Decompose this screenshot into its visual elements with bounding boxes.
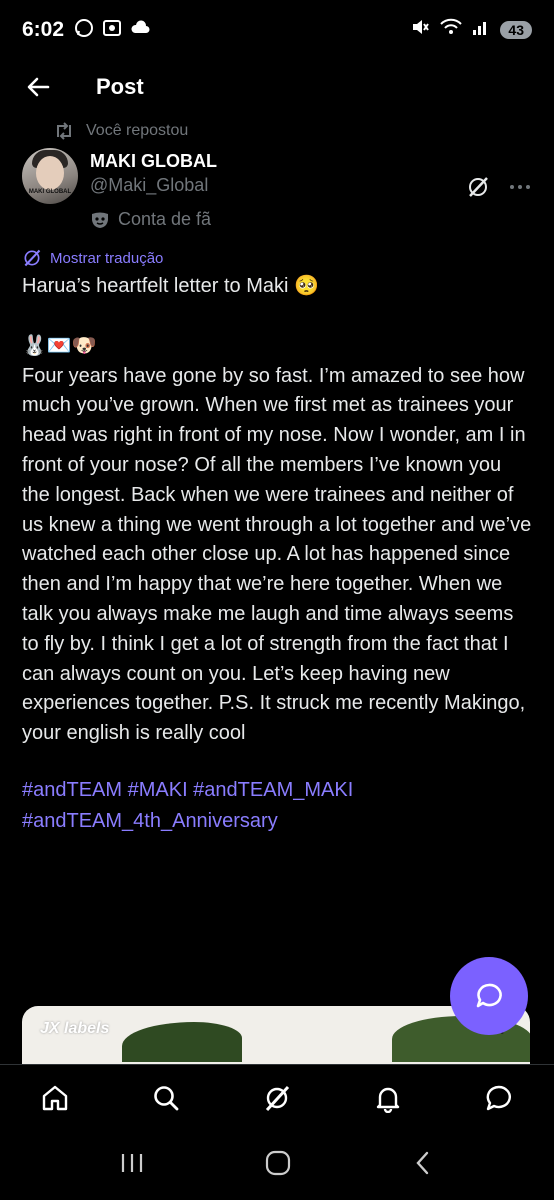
messages-icon bbox=[486, 1085, 511, 1111]
app-bar: Post bbox=[0, 60, 554, 114]
search-icon bbox=[154, 1086, 179, 1111]
nav-search[interactable] bbox=[144, 1076, 188, 1120]
mute-icon bbox=[410, 17, 430, 43]
show-translation-link[interactable]: Mostrar tradução bbox=[22, 248, 532, 268]
chevron-left-icon bbox=[416, 1151, 428, 1175]
wifi-icon bbox=[440, 17, 463, 43]
nav-notifications[interactable] bbox=[366, 1076, 410, 1120]
grok-button[interactable] bbox=[466, 175, 490, 204]
compose-icon bbox=[476, 983, 502, 1008]
repost-icon bbox=[57, 122, 71, 140]
post-detail: Você repostou MAKI GLOBAL MAKI GLOBAL @M… bbox=[22, 118, 532, 837]
author-name[interactable]: MAKI GLOBAL bbox=[90, 149, 466, 173]
more-options-button[interactable] bbox=[508, 175, 532, 204]
post-media[interactable]: JX labels 絆 bbox=[22, 1006, 530, 1066]
system-back-button[interactable] bbox=[411, 1150, 435, 1181]
grok-icon bbox=[469, 176, 488, 197]
fan-mask-icon bbox=[92, 212, 108, 228]
post-body-text: Four years have gone by so fast. I’m ama… bbox=[22, 364, 537, 745]
home-icon bbox=[43, 1085, 68, 1111]
nav-home[interactable] bbox=[33, 1076, 77, 1120]
home-circle-icon bbox=[265, 1150, 291, 1176]
battery-indicator: 43 bbox=[500, 21, 532, 39]
author-handle[interactable]: @Maki_Global bbox=[90, 173, 466, 197]
system-nav-bar bbox=[0, 1131, 554, 1200]
media-brand-logo: JX labels bbox=[40, 1020, 110, 1037]
home-system-button[interactable] bbox=[264, 1149, 292, 1182]
fan-label-text: Conta de fã bbox=[118, 209, 212, 229]
post-first-line: Harua’s heartfelt letter to Maki 🥺 bbox=[22, 275, 319, 297]
status-time: 6:02 bbox=[22, 18, 65, 41]
status-bar: 6:02 43 bbox=[0, 0, 554, 60]
hashtag-line-2[interactable]: #andTEAM_4th_Anniversary bbox=[22, 806, 532, 837]
bell-icon bbox=[376, 1087, 399, 1113]
recents-icon bbox=[122, 1154, 143, 1172]
show-translation-label: Mostrar tradução bbox=[50, 249, 164, 267]
weather-icon bbox=[130, 18, 152, 43]
more-icon bbox=[510, 184, 530, 189]
nav-grok[interactable] bbox=[255, 1076, 299, 1120]
translate-icon bbox=[24, 249, 41, 267]
recent-apps-button[interactable] bbox=[119, 1151, 145, 1180]
post-header: MAKI GLOBAL MAKI GLOBAL @Maki_Global Con… bbox=[22, 148, 532, 230]
post-emojis: 🐰💌🐶 bbox=[22, 334, 97, 357]
fan-account-label: Conta de fã bbox=[90, 209, 466, 230]
page-title: Post bbox=[96, 74, 144, 99]
whatsapp-icon bbox=[74, 18, 94, 43]
back-arrow-icon bbox=[27, 77, 50, 97]
repost-indicator: Você repostou bbox=[54, 118, 532, 144]
repost-label: Você repostou bbox=[86, 122, 189, 139]
avatar-caption: MAKI GLOBAL bbox=[28, 189, 72, 195]
nav-messages[interactable] bbox=[477, 1076, 521, 1120]
back-button[interactable] bbox=[18, 67, 58, 107]
signal-icon bbox=[472, 18, 490, 42]
avatar[interactable]: MAKI GLOBAL bbox=[22, 148, 78, 204]
screen-record-icon bbox=[102, 18, 122, 43]
post-text: Harua’s heartfelt letter to Maki 🥺 🐰💌🐶 Fou… bbox=[22, 272, 532, 749]
hashtag-line-1[interactable]: #andTEAM #MAKI #andTEAM_MAKI bbox=[22, 775, 532, 806]
hashtags: #andTEAM #MAKI #andTEAM_MAKI #andTEAM_4t… bbox=[22, 775, 532, 837]
bottom-nav bbox=[0, 1064, 554, 1131]
grok-nav-icon bbox=[265, 1085, 290, 1112]
compose-button[interactable] bbox=[450, 957, 528, 1035]
